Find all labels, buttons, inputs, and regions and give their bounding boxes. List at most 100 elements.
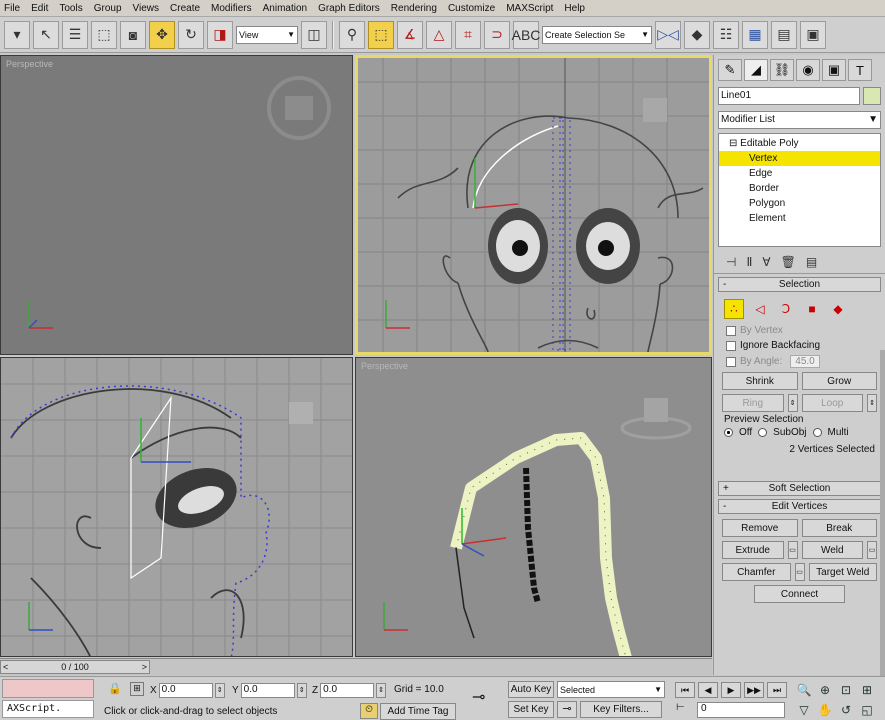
named-selection-icon[interactable]: ABC (512, 20, 540, 49)
key-mode-toggle-icon[interactable]: ⊢ (676, 702, 690, 718)
by-angle-checkbox[interactable] (726, 356, 736, 367)
vertex-mode-icon[interactable]: ∴ (724, 299, 744, 319)
weld-settings-icon[interactable]: ▭ (867, 541, 877, 559)
stack-item-vertex[interactable]: Vertex (719, 151, 880, 166)
stack-item-edge[interactable]: Edge (719, 166, 880, 181)
z-field[interactable]: 0.0 (320, 682, 375, 698)
time-slider-next[interactable]: > (142, 662, 147, 672)
time-slider[interactable]: < 0 / 100 > (0, 660, 150, 674)
pan-icon[interactable]: ✋ (816, 701, 834, 718)
ignore-backfacing-checkbox[interactable] (726, 340, 736, 351)
set-key-button[interactable]: Set Key (508, 701, 554, 718)
mirror-icon[interactable]: ▷◁ (655, 20, 681, 49)
by-vertex-row[interactable]: By Vertex (714, 323, 885, 338)
stack-item-polygon[interactable]: Polygon (719, 196, 880, 211)
pin-stack-icon[interactable]: ⊣ (726, 255, 736, 269)
motion-tab-icon[interactable]: ◉ (796, 59, 820, 81)
preview-off-radio[interactable] (724, 428, 733, 437)
manipulate-icon[interactable]: ⚲ (339, 20, 365, 49)
spinner-snap-icon[interactable]: ⌗ (455, 20, 481, 49)
maxscript-mini-listener[interactable]: AXScript. (2, 700, 94, 718)
rollout-selection[interactable]: - Selection (718, 277, 881, 292)
polygon-mode-icon[interactable]: ■ (802, 299, 822, 319)
menu-rendering[interactable]: Rendering (391, 3, 437, 14)
angle-snap-icon[interactable]: ∡ (397, 20, 423, 49)
extrude-settings-icon[interactable]: ▭ (787, 541, 798, 559)
orbit-icon[interactable]: ↺ (837, 701, 855, 718)
stack-item-element[interactable]: Element (719, 211, 880, 226)
scale-icon[interactable]: ◨ (207, 20, 233, 49)
chamfer-button[interactable]: Chamfer (722, 563, 791, 581)
display-tab-icon[interactable]: ▣ (822, 59, 846, 81)
lock-icon[interactable]: 🔒 (108, 682, 122, 695)
snap-3d-icon[interactable]: ⬚ (368, 20, 394, 49)
next-frame-icon[interactable]: ▶▶ (744, 682, 764, 698)
pivot-center-icon[interactable]: ◫ (301, 20, 327, 49)
weld-button[interactable]: Weld (801, 541, 863, 559)
menu-edit[interactable]: Edit (31, 3, 48, 14)
x-field[interactable]: 0.0 (158, 682, 213, 698)
go-to-start-icon[interactable]: ⏮ (675, 682, 695, 698)
utilities-tab-icon[interactable]: T (848, 59, 872, 81)
set-key-icon[interactable]: ⊸ (557, 701, 577, 718)
zoom-all-icon[interactable]: ⊕ (816, 681, 834, 698)
object-name-field[interactable]: Line01 (718, 87, 860, 105)
add-time-tag-button[interactable]: Add Time Tag (380, 703, 456, 720)
viewport-left[interactable] (0, 357, 353, 657)
menu-animation[interactable]: Animation (263, 3, 307, 14)
rollout-edit-vertices[interactable]: - Edit Vertices (718, 499, 881, 514)
maximize-viewport-icon[interactable]: ◱ (858, 701, 876, 718)
material-editor-icon[interactable]: ▣ (800, 20, 826, 49)
percent-snap-icon[interactable]: △ (426, 20, 452, 49)
play-icon[interactable]: ▶ (721, 682, 741, 698)
window-crossing-icon[interactable]: ◙ (120, 20, 146, 49)
ring-spinner[interactable]: ⇕ (787, 394, 798, 412)
y-spinner[interactable]: ⇕ (296, 682, 307, 698)
auto-key-button[interactable]: Auto Key (508, 681, 554, 698)
current-frame-field[interactable]: 0 (697, 702, 785, 718)
z-spinner[interactable]: ⇕ (376, 682, 387, 698)
maxscript-listener-output[interactable] (2, 679, 94, 698)
stack-item-editable-poly[interactable]: ⊟ Editable Poly (719, 136, 880, 151)
target-weld-button[interactable]: Target Weld (808, 563, 877, 581)
configure-modifier-sets-icon[interactable]: ▤ (806, 255, 817, 269)
object-color-swatch[interactable] (863, 87, 881, 105)
absolute-mode-icon[interactable]: ⊞ (130, 682, 144, 696)
show-end-result-icon[interactable]: Ⅱ (746, 255, 752, 269)
go-to-end-icon[interactable]: ⏭ (767, 682, 787, 698)
menu-help[interactable]: Help (564, 3, 585, 14)
viewport-top-left[interactable]: Perspective (0, 55, 353, 355)
undo-icon[interactable]: ▾ (4, 20, 30, 49)
element-mode-icon[interactable]: ◆ (828, 299, 848, 319)
edge-mode-icon[interactable]: ◁ (750, 299, 770, 319)
break-button[interactable]: Break (801, 519, 877, 537)
by-vertex-checkbox[interactable] (726, 325, 736, 336)
magnet-icon[interactable]: ⊃ (484, 20, 510, 49)
zoom-extents-icon[interactable]: ⊡ (837, 681, 855, 698)
chamfer-settings-icon[interactable]: ▭ (794, 563, 805, 581)
layer-manager-icon[interactable]: ☷ (713, 20, 739, 49)
select-object-icon[interactable]: ↖ (33, 20, 59, 49)
schematic-view-icon[interactable]: ▤ (771, 20, 797, 49)
hierarchy-tab-icon[interactable]: ⛓ (770, 59, 794, 81)
y-field[interactable]: 0.0 (240, 682, 295, 698)
named-selection-set-dropdown[interactable]: Create Selection Se ▼ (542, 25, 652, 44)
rollout-soft-selection[interactable]: + Soft Selection (718, 481, 881, 496)
previous-frame-icon[interactable]: ◀ (698, 682, 718, 698)
create-tab-icon[interactable]: ✎ (718, 59, 742, 81)
menu-file[interactable]: File (4, 3, 20, 14)
time-tag-icon[interactable]: ⏲ (360, 703, 378, 719)
grow-button[interactable]: Grow (801, 372, 877, 390)
time-slider-prev[interactable]: < (3, 662, 8, 672)
viewport-front[interactable] (355, 55, 712, 355)
curve-editor-icon[interactable]: ▦ (742, 20, 768, 49)
align-icon[interactable]: ◆ (684, 20, 710, 49)
viewport-perspective[interactable]: Perspective (355, 357, 712, 657)
ignore-backfacing-row[interactable]: Ignore Backfacing (714, 338, 885, 353)
panel-scrollbar[interactable] (880, 350, 885, 680)
key-mode-dropdown[interactable]: Selected ▼ (557, 681, 665, 698)
remove-button[interactable]: Remove (722, 519, 798, 537)
connect-button[interactable]: Connect (754, 585, 845, 603)
select-by-name-icon[interactable]: ☰ (62, 20, 88, 49)
ref-coord-dropdown[interactable]: View ▼ (236, 25, 298, 44)
